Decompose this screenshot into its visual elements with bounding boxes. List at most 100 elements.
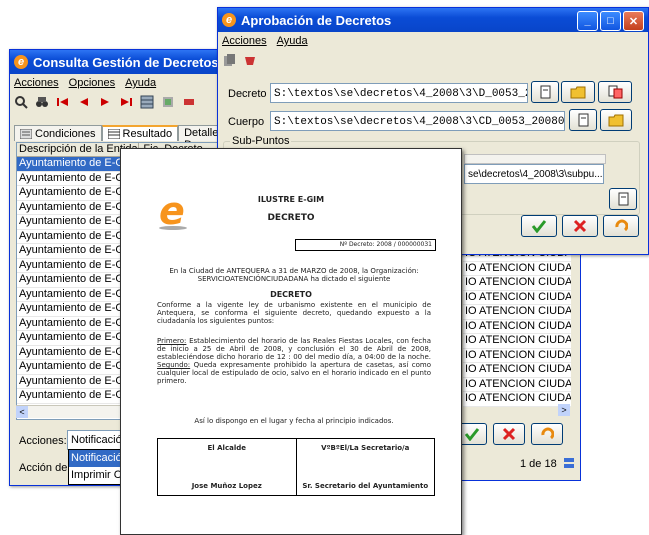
decree-document: e ILUSTRE E-GIM DECRETO Nº Decreto: 2008… (120, 148, 462, 535)
subpuntos-open-button[interactable] (609, 188, 637, 210)
undo-icon (541, 427, 554, 440)
cross-icon (573, 219, 587, 233)
maximize-button[interactable]: □ (600, 11, 621, 31)
minimize-button[interactable]: _ (577, 11, 598, 31)
conditions-tab-icon (19, 128, 33, 139)
scroll-left-button[interactable]: < (16, 406, 28, 418)
undo-button[interactable] (603, 215, 639, 237)
document-decreto-heading: DECRETO (270, 290, 312, 299)
scroll-right-button[interactable]: > (558, 404, 570, 416)
tab-condiciones-label: Condiciones (35, 127, 96, 140)
decreto-path-field[interactable]: S:\textos\se\decretos\4_2008\3\D_0053_20 (270, 83, 528, 103)
check-icon (464, 428, 480, 441)
table-row[interactable]: IO ATENCION CIUDA... (463, 334, 571, 349)
cuerpo-open-button[interactable] (569, 109, 597, 131)
page-navigator-icon[interactable] (563, 455, 575, 471)
copy-icon[interactable] (222, 53, 236, 67)
consulta-tabs: Condiciones Resultado Detalle Decr (14, 125, 235, 151)
acciones-label: Acciones: (19, 435, 67, 447)
tab-condiciones[interactable]: Condiciones (14, 125, 102, 141)
menu-ayuda[interactable]: Ayuda (277, 35, 308, 47)
segundo-label: Segundo: (157, 361, 191, 369)
bottom-undo-button[interactable] (531, 423, 563, 445)
next-record-icon[interactable] (98, 95, 112, 109)
binoculars-icon[interactable] (35, 95, 49, 109)
subpuntos-header-bar (464, 154, 606, 164)
subpuntos-label: Sub-Puntos (230, 135, 292, 147)
document-intro: En la Ciudad de ANTEQUERA a 31 de MARZO … (169, 267, 419, 283)
document-header: ILUSTRE E-GIM (257, 195, 325, 204)
signature-right-title: VºBºEl/La Secretario/a (321, 444, 410, 452)
menu-acciones[interactable]: Acciones (14, 77, 59, 89)
table-row[interactable]: IO ATENCION CIUDA... (463, 392, 571, 407)
app-logo-icon: e (14, 55, 28, 69)
table-row[interactable]: IO ATENCION CIUDA... (463, 290, 571, 305)
signature-right-name: Sr. Secretario del Ayuntamiento (302, 482, 429, 490)
cuerpo-path-field[interactable]: S:\textos\se\decretos\4_2008\3\CD_0053_2… (270, 111, 565, 131)
document-paragraph-1: Conforme a la vigente ley de urbanismo e… (157, 301, 431, 325)
accept-button[interactable] (521, 215, 557, 237)
menu-ayuda[interactable]: Ayuda (125, 77, 156, 89)
signature-left-cell: El Alcalde Jose Muñoz Lopez (158, 439, 297, 495)
tools-icon[interactable] (182, 95, 196, 109)
consulta-menubar: Acciones Opciones Ayuda (10, 74, 235, 92)
grid-icon[interactable] (140, 95, 154, 109)
first-record-icon[interactable] (56, 95, 70, 109)
results-tab-icon (107, 128, 121, 140)
bottom-cancel-button[interactable] (493, 423, 525, 445)
menu-opciones[interactable]: Opciones (69, 77, 115, 89)
signature-right-cell: VºBºEl/La Secretario/a Sr. Secretario de… (297, 439, 435, 495)
folder-icon (608, 114, 624, 127)
folder-icon (570, 86, 586, 99)
cuerpo-label: Cuerpo (228, 116, 265, 128)
consulta-titlebar[interactable]: e Consulta Gestión de Decretos (10, 50, 235, 74)
decreto-label: Decreto (228, 88, 267, 100)
window-controls: _ □ ✕ (577, 11, 644, 31)
menu-acciones[interactable]: Acciones (222, 35, 267, 47)
signature-left-title: El Alcalde (207, 444, 246, 452)
decreto-folder-button[interactable] (561, 81, 595, 103)
segundo-text: Queda expresamente prohibido la apertura… (157, 361, 431, 385)
primero-label: Primero: (157, 337, 187, 345)
previous-record-icon[interactable] (77, 95, 91, 109)
copy-document-icon (608, 85, 623, 99)
table-row[interactable]: IO ATENCION CIUDA... (463, 305, 571, 320)
consulta-title: Consulta Gestión de Decretos (33, 54, 219, 70)
app-logo-icon: e (222, 13, 236, 27)
table-row[interactable]: IO ATENCION CIUDA... (463, 276, 571, 291)
document-logo: e (157, 189, 189, 233)
cuerpo-folder-button[interactable] (600, 109, 632, 131)
subpuntos-path-field[interactable]: se\decretos\4_2008\3\subpu... (464, 164, 604, 184)
cross-icon (502, 427, 516, 441)
table-row[interactable]: IO ATENCION CIUDA... (463, 261, 571, 276)
document-icon (618, 192, 629, 206)
table-horizontal-scrollbar[interactable]: < (16, 405, 126, 418)
tab-resultado[interactable]: Resultado (101, 125, 179, 141)
tools-icon[interactable] (243, 53, 257, 67)
consulta-right-pane: IO ATENCION CIUDA... IO ATENCION CIUDA...… (455, 240, 581, 481)
document-icon (540, 85, 551, 99)
document-title: DECRETO (267, 213, 315, 223)
export-icon[interactable] (161, 95, 175, 109)
consulta-toolbar (10, 92, 235, 112)
document-closing: Así lo dispongo en el lugar y fecha al p… (194, 417, 394, 425)
right-column-cells: IO ATENCION CIUDA... IO ATENCION CIUDA...… (463, 247, 571, 407)
signature-table: El Alcalde Jose Muñoz Lopez VºBºEl/La Se… (157, 438, 435, 496)
decreto-open-button[interactable] (531, 81, 559, 103)
undo-icon (615, 219, 628, 232)
last-record-icon[interactable] (119, 95, 133, 109)
table-row[interactable]: IO ATENCION CIUDA... (463, 348, 571, 363)
close-button[interactable]: ✕ (623, 11, 644, 31)
tab-resultado-label: Resultado (122, 128, 173, 140)
table-row[interactable]: IO ATENCION CIUDA... (463, 319, 571, 334)
aprobacion-toolbar (218, 50, 648, 70)
aprobacion-titlebar[interactable]: e Aprobación de Decretos _ □ ✕ (218, 8, 648, 32)
search-icon[interactable] (14, 95, 28, 109)
logo-letter: e (159, 192, 185, 230)
aprobacion-menubar: Acciones Ayuda (218, 32, 648, 50)
table-row[interactable]: IO ATENCION CIUDA... (463, 377, 571, 392)
cancel-button[interactable] (562, 215, 598, 237)
table-row[interactable]: IO ATENCION CIUDA... (463, 363, 571, 378)
check-icon (531, 220, 547, 233)
decreto-copy-button[interactable] (598, 81, 632, 103)
